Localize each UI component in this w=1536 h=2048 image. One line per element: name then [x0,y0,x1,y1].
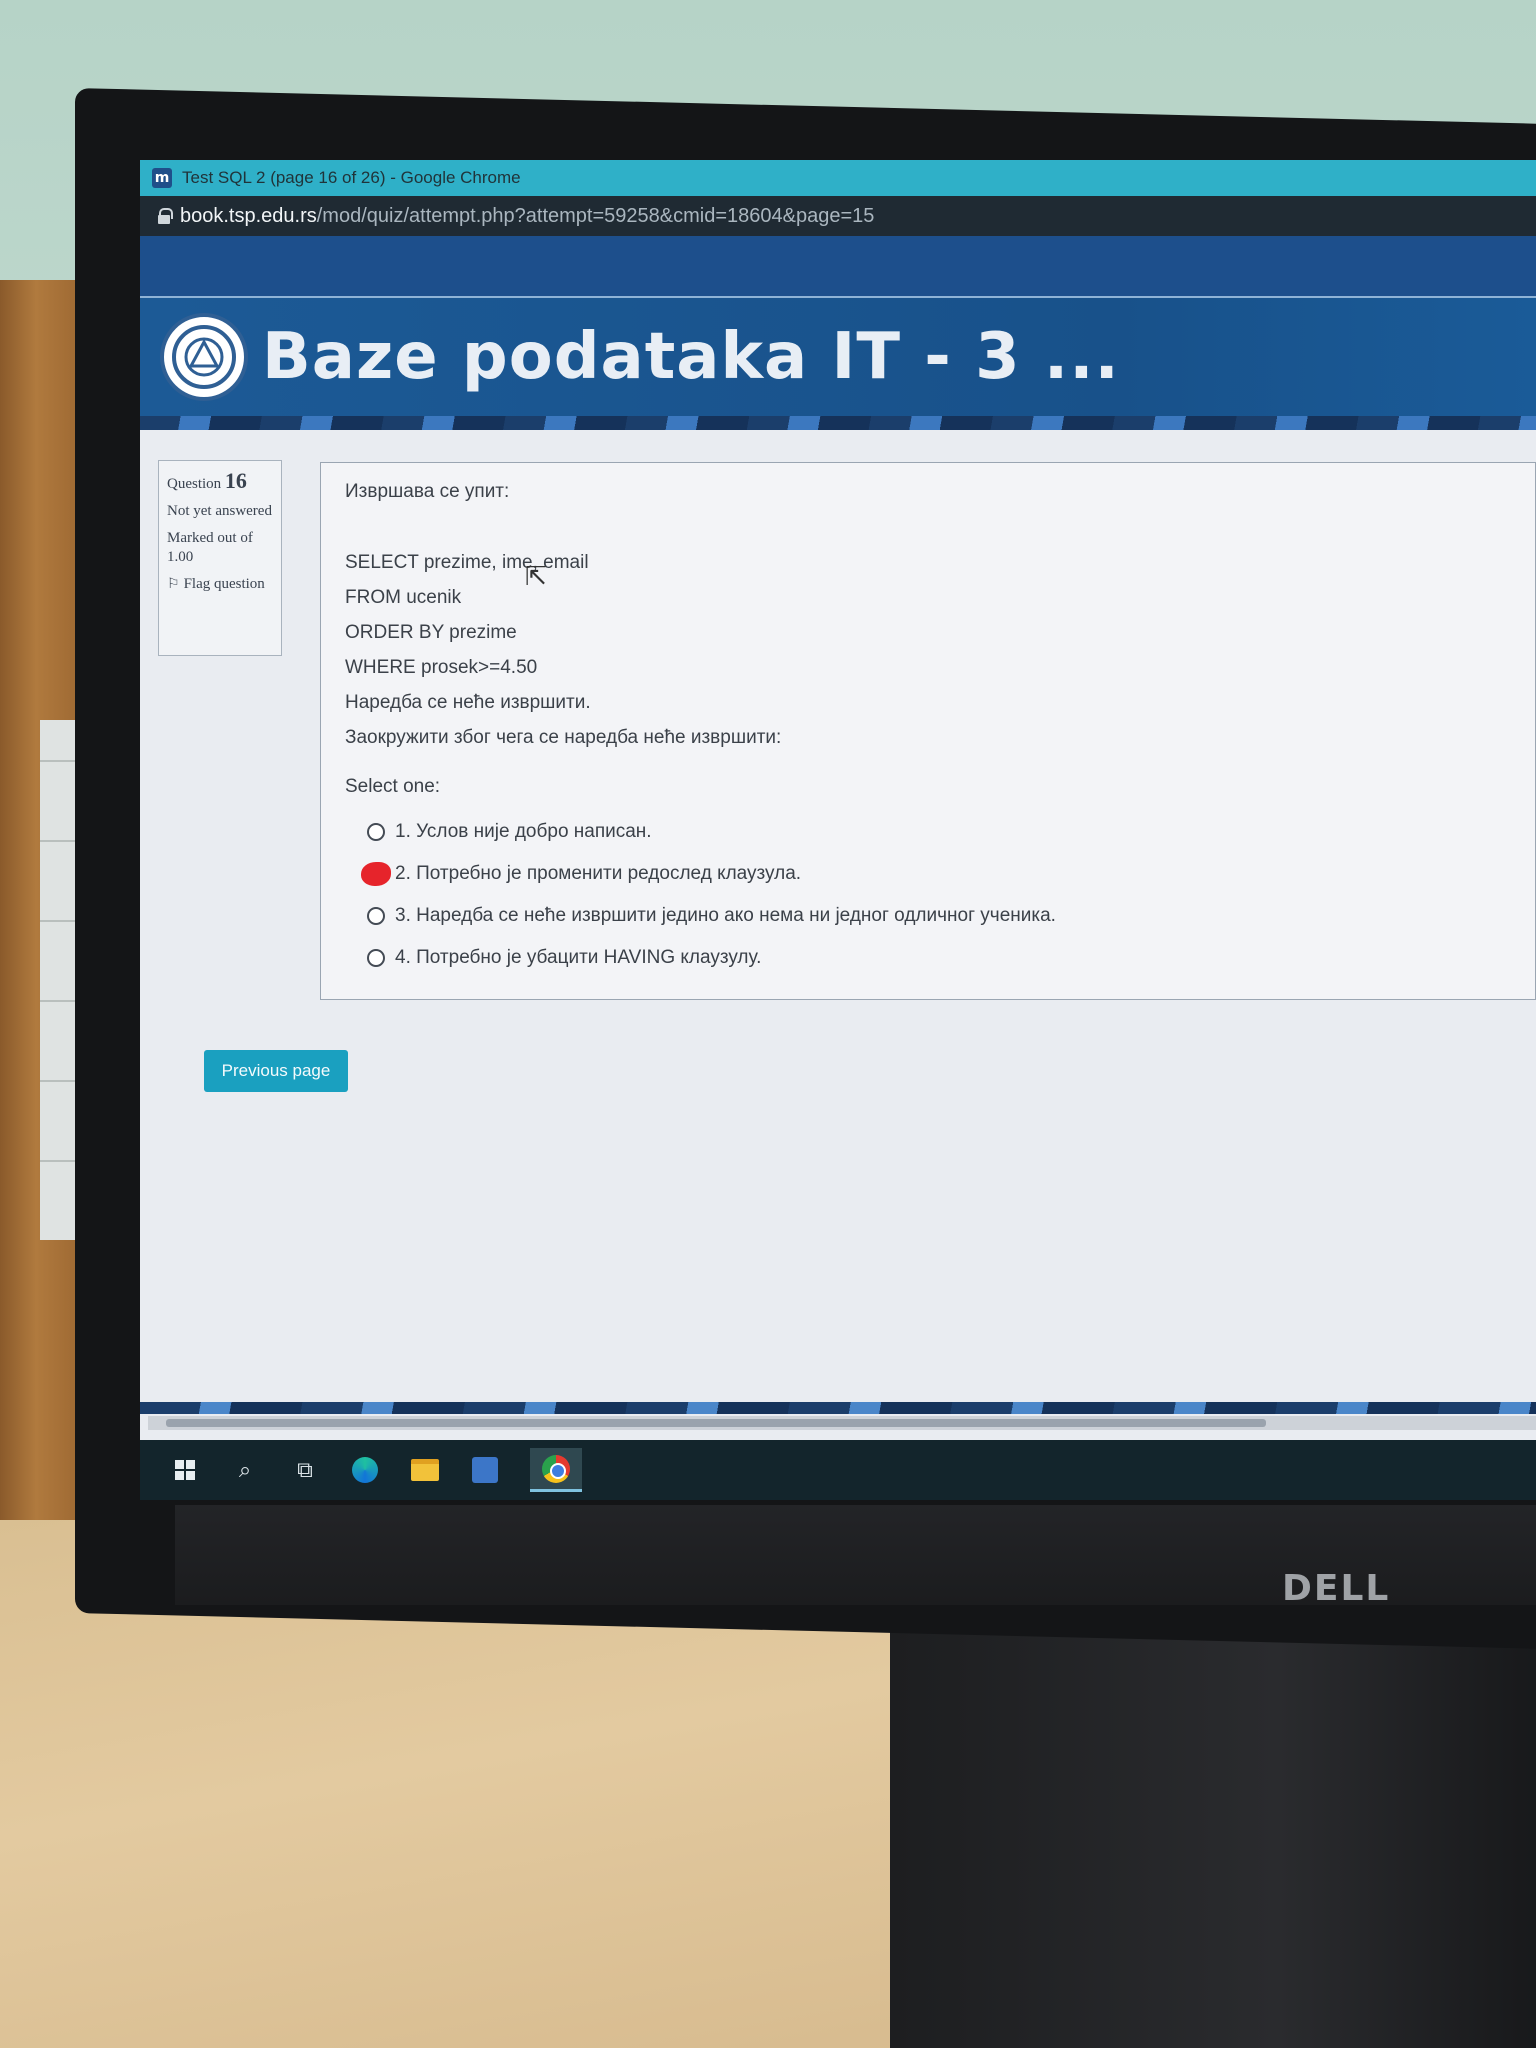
url-domain: book.tsp.edu.rs [180,204,317,227]
query-line: WHERE prosek>=4.50 [345,657,538,678]
answer-option-3[interactable]: 3. Наредба се неће извршити једино ако н… [345,895,1511,937]
radio-button[interactable] [367,949,385,967]
course-banner: Baze podataka IT - 3 ... [140,298,1536,416]
radio-button-marked[interactable] [361,862,391,886]
footer-stripe [140,1402,1536,1414]
answer-option-4[interactable]: 4. Потребно је убацити HAVING клаузулу. [345,937,1511,979]
answer-label[interactable]: 1. Услов није добро написан. [395,821,652,843]
question-status: Not yet answered [167,503,272,519]
question-number: 16 [224,468,247,493]
window-titlebar: m Test SQL 2 (page 16 of 26) - Google Ch… [140,160,1536,196]
mouse-cursor-icon: ⇱ [525,562,547,592]
banner-stripe [140,416,1536,430]
query-line: FROM ucenik [345,587,462,608]
horizontal-scrollbar[interactable] [148,1416,1536,1430]
question-number-line: Question 16 [167,468,273,494]
flag-icon[interactable]: ⚐ [167,575,180,594]
radio-button[interactable] [367,907,385,925]
flag-question-link[interactable]: ⚐ Flag question [167,575,273,594]
question-prompt: Заокружити због чега се наредба неће изв… [345,727,782,748]
question-intro: Извршава се упит: [345,481,510,502]
search-icon[interactable]: ⌕ [230,1455,260,1485]
address-bar[interactable]: book.tsp.edu.rs/mod/quiz/attempt.php?att… [140,196,1536,236]
file-explorer-icon[interactable] [410,1455,440,1485]
answer-option-1[interactable]: 1. Услов није добро написан. [345,811,1511,853]
url-text[interactable]: book.tsp.edu.rs/mod/quiz/attempt.php?att… [180,205,874,228]
query-line: ORDER BY prezime [345,622,517,643]
monitor-stand [890,1590,1536,2048]
question-info-box: Question 16 Not yet answered Marked out … [158,460,282,656]
chrome-icon[interactable] [530,1448,582,1492]
school-emblem-icon [172,325,236,389]
radio-button[interactable] [367,823,385,841]
monitor-brand-logo: DELL [1282,1568,1391,1609]
answer-option-2[interactable]: 2. Потребно је променити редослед клаузу… [345,853,1511,895]
lock-icon[interactable] [158,208,173,224]
select-one-label: Select one: [345,776,441,797]
query-line: SELECT prezime, ime, email [345,552,589,573]
site-navbar [140,236,1536,298]
question-grade: Marked out of 1.00 [167,530,253,565]
answer-label[interactable]: 4. Потребно је убацити HAVING клаузулу. [395,947,761,969]
task-view-icon[interactable]: ⧉ [290,1455,320,1485]
school-logo[interactable] [160,313,248,401]
course-title[interactable]: Baze podataka IT - 3 ... [262,320,1120,394]
question-statement: Наредба се неће извршити. [345,692,591,713]
window-title: Test SQL 2 (page 16 of 26) - Google Chro… [182,168,521,187]
previous-page-button[interactable]: Previous page [204,1050,348,1092]
moodle-icon: m [152,168,172,188]
quiz-content: Question 16 Not yet answered Marked out … [140,430,1536,1420]
windows-start-icon[interactable] [170,1455,200,1485]
edge-icon[interactable] [350,1455,380,1485]
store-icon[interactable] [470,1455,500,1485]
question-label: Question [167,476,222,492]
screen: m Test SQL 2 (page 16 of 26) - Google Ch… [140,160,1536,1500]
answer-label[interactable]: 2. Потребно је променити редослед клаузу… [395,863,801,885]
scrollbar-thumb[interactable] [166,1419,1266,1427]
url-path: /mod/quiz/attempt.php?attempt=59258&cmid… [316,204,875,227]
answer-label[interactable]: 3. Наредба се неће извршити једино ако н… [395,905,1056,927]
question-box: Извршава се упит: SELECT prezime, ime, e… [320,462,1536,1000]
flag-label[interactable]: Flag question [184,576,265,592]
taskbar: ⌕ ⧉ [140,1440,1536,1500]
